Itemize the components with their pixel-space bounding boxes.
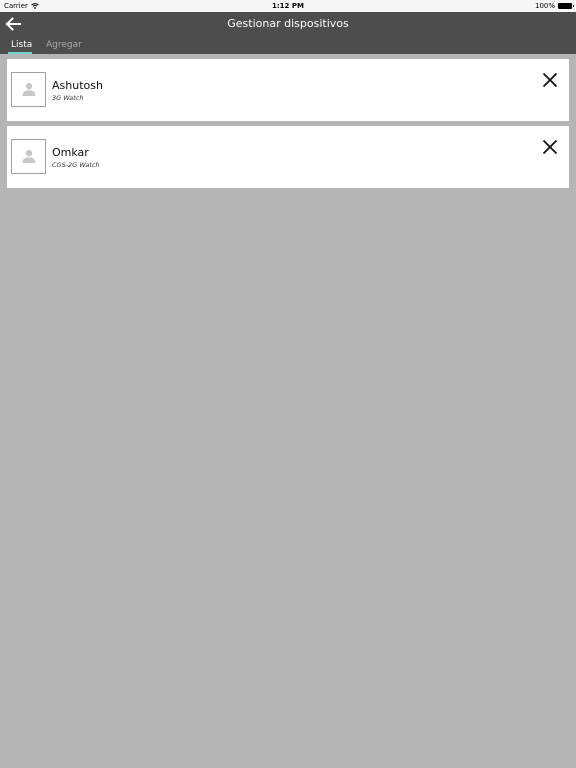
close-icon[interactable] — [542, 139, 558, 155]
status-right: 100% — [534, 0, 574, 12]
page-title: Gestionar dispositivos — [227, 17, 349, 30]
tab-agregar[interactable]: Agregar — [46, 40, 82, 54]
close-icon[interactable] — [542, 72, 558, 88]
device-name: Ashutosh — [52, 79, 103, 92]
app-header: Gestionar dispositivos Lista Agregar — [0, 12, 576, 54]
active-tab-indicator — [8, 52, 32, 54]
device-list-item[interactable]: Ashutosh 3G Watch — [7, 59, 569, 121]
avatar — [11, 139, 46, 174]
user-placeholder-icon — [22, 83, 36, 96]
avatar — [11, 72, 46, 107]
status-bar: Carrier 1:12 PM 100% — [0, 0, 576, 12]
user-placeholder-icon — [22, 150, 36, 163]
device-model: 3G Watch — [52, 94, 84, 102]
battery-icon — [558, 3, 574, 9]
device-list-item[interactable]: Omkar CGS-2G Watch — [7, 126, 569, 188]
device-model: CGS-2G Watch — [52, 161, 100, 169]
device-name: Omkar — [52, 146, 89, 159]
status-time: 1:12 PM — [272, 2, 304, 10]
battery-percent: 100% — [534, 2, 555, 10]
